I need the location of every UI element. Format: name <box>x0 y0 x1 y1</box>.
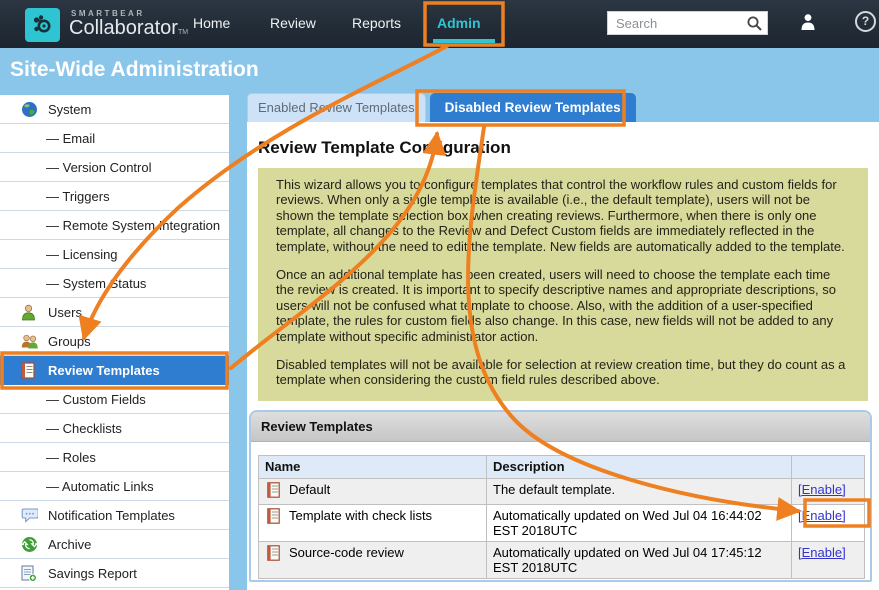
sidebar-item-label: — Email <box>46 131 95 146</box>
column-header-description: Description <box>487 456 792 479</box>
search-box[interactable] <box>607 11 768 35</box>
review-templates-section: Review Templates Name Description Defaul… <box>249 410 872 582</box>
sidebar-item-version-control[interactable]: — Version Control <box>0 153 229 182</box>
table-row-source-code-review: Source-code review Automatically updated… <box>259 542 865 579</box>
sidebar-item-label: Groups <box>48 334 91 349</box>
template-name: Template with check lists <box>289 508 432 523</box>
sidebar-item-label: Savings Report <box>48 566 137 581</box>
sidebar-item-review-templates[interactable]: Review Templates <box>0 356 229 385</box>
sidebar-item-label: — System Status <box>46 276 146 291</box>
sidebar-item-label: Users <box>48 305 82 320</box>
user-account-icon[interactable] <box>800 13 816 36</box>
info-paragraph-3: Disabled templates will not be available… <box>276 357 850 388</box>
search-input[interactable] <box>608 12 752 34</box>
sidebar-item-label: — Triggers <box>46 189 110 204</box>
table-header-row: Name Description <box>259 456 865 479</box>
sidebar-item-roles[interactable]: — Roles <box>0 443 229 472</box>
sidebar-item-label: — Automatic Links <box>46 479 154 494</box>
sidebar-item-notification-templates[interactable]: Notification Templates <box>0 501 229 530</box>
sidebar-item-users[interactable]: Users <box>0 298 229 327</box>
column-header-name: Name <box>259 456 487 479</box>
table-row-default: Default The default template. [Enable] <box>259 479 865 505</box>
sidebar-item-label: — Custom Fields <box>46 392 146 407</box>
sidebar-item-label: — Roles <box>46 450 96 465</box>
sidebar-item-triggers[interactable]: — Triggers <box>0 182 229 211</box>
content-heading: Review Template Configuration <box>258 138 879 158</box>
template-doc-icon <box>267 508 280 527</box>
sidebar-item-label: — Version Control <box>46 160 152 175</box>
report-icon <box>21 565 39 582</box>
review-templates-table: Name Description Default The default tem… <box>258 455 865 579</box>
sidebar-item-automatic-links[interactable]: — Automatic Links <box>0 472 229 501</box>
main-content-panel: Review Template Configuration This wizar… <box>247 122 879 590</box>
nav-item-review[interactable]: Review <box>270 0 316 48</box>
sidebar-item-label: Review Templates <box>48 363 160 378</box>
enable-link-source-code-review[interactable]: [Enable] <box>798 545 846 560</box>
nav-item-reports[interactable]: Reports <box>352 0 401 48</box>
nav-item-home[interactable]: Home <box>193 0 230 48</box>
sidebar-item-checklists[interactable]: — Checklists <box>0 414 229 443</box>
template-name: Default <box>289 482 330 497</box>
top-navigation-bar: SMARTBEAR CollaboratorTM Home Review Rep… <box>0 0 879 48</box>
speech-bubble-icon <box>21 507 39 524</box>
brand-collaborator-label: CollaboratorTM <box>69 17 188 40</box>
sidebar-item-email[interactable]: — Email <box>0 124 229 153</box>
enable-link-default[interactable]: [Enable] <box>798 482 846 497</box>
sidebar-item-savings-report[interactable]: Savings Report <box>0 559 229 588</box>
trademark-label: TM <box>178 29 188 36</box>
document-icon <box>21 362 39 379</box>
globe-icon <box>21 101 39 118</box>
gear-hub-icon <box>31 13 55 37</box>
template-description: Automatically updated on Wed Jul 04 16:4… <box>487 505 792 542</box>
admin-active-underline <box>433 39 495 43</box>
template-description: The default template. <box>487 479 792 505</box>
sidebar-item-system[interactable]: System <box>0 95 229 124</box>
search-icon[interactable] <box>746 15 763 37</box>
groups-icon <box>21 333 39 350</box>
enable-link-template-with-check-lists[interactable]: [Enable] <box>798 508 846 523</box>
user-icon <box>21 304 39 321</box>
table-row-template-with-check-lists: Template with check lists Automatically … <box>259 505 865 542</box>
sidebar-item-custom-fields[interactable]: — Custom Fields <box>0 385 229 414</box>
sidebar-item-label: System <box>48 102 91 117</box>
info-paragraph-1: This wizard allows you to configure temp… <box>276 177 850 254</box>
recycle-icon <box>21 536 39 553</box>
template-name: Source-code review <box>289 545 404 560</box>
sidebar-item-label: Notification Templates <box>48 508 175 523</box>
sidebar-item-label: — Checklists <box>46 421 122 436</box>
sidebar-item-label: Archive <box>48 537 91 552</box>
review-templates-tabs: Enabled Review Templates Disabled Review… <box>247 93 640 122</box>
admin-sidebar: System — Email — Version Control — Trigg… <box>0 95 229 590</box>
sidebar-item-licensing[interactable]: — Licensing <box>0 240 229 269</box>
page-header: Site-Wide Administration <box>0 48 879 92</box>
info-box: This wizard allows you to configure temp… <box>258 168 868 401</box>
sidebar-item-remote-system-integration[interactable]: — Remote System Integration <box>0 211 229 240</box>
tab-enabled-review-templates[interactable]: Enabled Review Templates <box>247 93 426 122</box>
template-doc-icon <box>267 482 280 501</box>
template-description: Automatically updated on Wed Jul 04 17:4… <box>487 542 792 579</box>
template-doc-icon <box>267 545 280 564</box>
sidebar-item-archive[interactable]: Archive <box>0 530 229 559</box>
help-icon[interactable]: ? <box>855 11 876 32</box>
sidebar-item-groups[interactable]: Groups <box>0 327 229 356</box>
section-title: Review Templates <box>251 412 870 442</box>
sidebar-item-system-status[interactable]: — System Status <box>0 269 229 298</box>
tab-disabled-review-templates[interactable]: Disabled Review Templates <box>430 93 636 122</box>
info-paragraph-2: Once an additional template has been cre… <box>276 267 850 344</box>
page-title: Site-Wide Administration <box>10 58 259 82</box>
sidebar-item-label: — Remote System Integration <box>46 218 220 233</box>
smartbear-logo[interactable] <box>25 8 60 42</box>
sidebar-item-label: — Licensing <box>46 247 118 262</box>
column-header-action <box>792 456 865 479</box>
